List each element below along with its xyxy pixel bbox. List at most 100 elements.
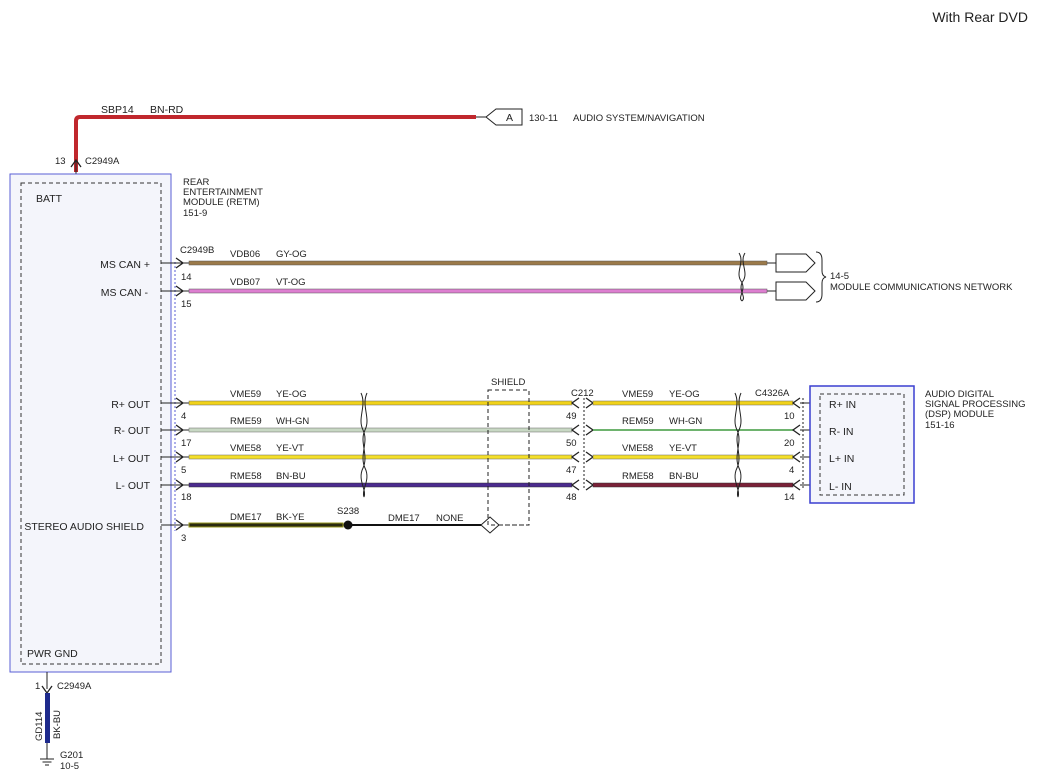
dsp-chevron-1-icon bbox=[791, 424, 801, 436]
ground-point: G201 bbox=[60, 750, 83, 761]
ground-pin: 1 bbox=[35, 681, 40, 692]
retm-pwr-gnd-label: PWR GND bbox=[27, 648, 78, 660]
ground-color: BK-BU bbox=[52, 710, 63, 739]
audio-twist-left-icon bbox=[360, 392, 368, 498]
dsp-in-label-0: R+ IN bbox=[829, 399, 856, 411]
stereo-shield-label: STEREO AUDIO SHIELD bbox=[24, 521, 144, 533]
power-wire bbox=[74, 115, 476, 172]
dsp-pin-2: 4 bbox=[789, 465, 794, 476]
can-pin-0: 14 bbox=[181, 272, 192, 283]
can-flag-0-icon bbox=[775, 253, 816, 273]
c212-chevron-1-icon bbox=[570, 424, 580, 436]
dsp-name-line3: (DSP) MODULE bbox=[925, 409, 994, 420]
wire-shield-left bbox=[188, 522, 344, 528]
dsp-chevron-3-icon bbox=[791, 479, 801, 491]
dsp-pin-0: 10 bbox=[784, 411, 795, 422]
dsp-in-label-1: R- IN bbox=[829, 426, 854, 438]
audio-color-0: YE-OG bbox=[276, 389, 307, 400]
wire-l-minus-right bbox=[592, 482, 794, 488]
shield-diamond-icon bbox=[480, 516, 500, 534]
c212-pin-1: 50 bbox=[566, 438, 577, 449]
c212-label: C212 bbox=[571, 388, 594, 399]
can-color-0: GY-OG bbox=[276, 249, 307, 260]
splice-s238-dot bbox=[343, 520, 353, 530]
shield-circuit: DME17 bbox=[230, 512, 262, 523]
dsp-pin-3: 14 bbox=[784, 492, 795, 503]
shield-circuit-2: DME17 bbox=[388, 513, 420, 524]
audio-pin-1: 17 bbox=[181, 438, 192, 449]
audio-r-color-3: BN-BU bbox=[669, 471, 699, 482]
audio-label-0: R+ OUT bbox=[111, 399, 150, 411]
retm-module: BATT PWR GND REAR ENTERTAINMENT MODULE (… bbox=[9, 173, 263, 673]
audio-circuit-1: RME59 bbox=[230, 416, 262, 427]
audio-label-3: L- OUT bbox=[116, 480, 151, 492]
can-section: MS CAN + MS CAN - VDB06 GY-OG VDB07 VT-O… bbox=[100, 249, 1013, 310]
c212-chevron-r3-icon bbox=[585, 479, 595, 491]
audio-color-3: BN-BU bbox=[276, 471, 306, 482]
wire-r-minus-left bbox=[188, 427, 573, 433]
c212-chevron-r2-icon bbox=[585, 451, 595, 463]
dsp-ref: 151-16 bbox=[925, 420, 955, 431]
can-bracket-icon bbox=[815, 251, 827, 303]
can-label-0: MS CAN + bbox=[100, 259, 150, 271]
can-wire-gy-og bbox=[188, 260, 768, 266]
audio-color-1: WH-GN bbox=[276, 416, 309, 427]
audio-r-circuit-1: REM59 bbox=[622, 416, 654, 427]
wire-l-plus-right bbox=[592, 454, 794, 460]
audio-r-color-0: YE-OG bbox=[669, 389, 700, 400]
wire-l-minus-left bbox=[188, 482, 573, 488]
can-label-1: MS CAN - bbox=[101, 287, 149, 299]
can-circuit-0: VDB06 bbox=[230, 249, 260, 260]
splice-s238-label: S238 bbox=[337, 506, 359, 517]
audio-r-color-1: WH-GN bbox=[669, 416, 702, 427]
wire-r-plus-left bbox=[188, 400, 573, 406]
shield-pin: 3 bbox=[181, 533, 186, 544]
wire-l-plus-left bbox=[188, 454, 573, 460]
retm-ref: 151-9 bbox=[183, 208, 207, 219]
c212-chevron-r0-icon bbox=[585, 397, 595, 409]
power-ref: 130-11 bbox=[529, 113, 558, 124]
wire-r-plus-right bbox=[592, 400, 794, 406]
ground-circuit: GD114 bbox=[34, 712, 45, 741]
dsp-outer-frame bbox=[809, 385, 915, 504]
wiring-diagram: With Rear DVD SBP14 BN-RD A 130-11 AUDIO… bbox=[9, 9, 1028, 772]
can-flag-1-icon bbox=[775, 281, 816, 301]
can-circuit-1: VDB07 bbox=[230, 277, 260, 288]
audio-label-2: L+ OUT bbox=[113, 453, 151, 465]
retm-connector-b: C2949B bbox=[180, 245, 214, 256]
can-color-1: VT-OG bbox=[276, 277, 306, 288]
audio-r-color-2: YE-VT bbox=[669, 443, 697, 454]
power-destination: AUDIO SYSTEM/NAVIGATION bbox=[573, 113, 705, 124]
power-circuit-label: SBP14 bbox=[101, 104, 134, 116]
ground-section: 1 C2949A GD114 BK-BU G201 10-5 bbox=[34, 672, 92, 772]
dsp-pin-1: 20 bbox=[784, 438, 795, 449]
shield-color-2: NONE bbox=[436, 513, 463, 524]
dsp-chevron-0-icon bbox=[791, 397, 801, 409]
ground-symbol-icon bbox=[40, 758, 54, 766]
c212-chevron-3-icon bbox=[570, 479, 580, 491]
power-connector: C2949A bbox=[85, 156, 120, 167]
c212-chevron-2-icon bbox=[570, 451, 580, 463]
audio-color-2: YE-VT bbox=[276, 443, 304, 454]
connector-a-letter: A bbox=[506, 112, 513, 124]
c212-chevron-r1-icon bbox=[585, 424, 595, 436]
audio-circuit-2: VME58 bbox=[230, 443, 261, 454]
audio-r-circuit-0: VME59 bbox=[622, 389, 653, 400]
c212-pin-0: 49 bbox=[566, 411, 577, 422]
audio-pin-2: 5 bbox=[181, 465, 186, 476]
ground-connector: C2949A bbox=[57, 681, 92, 692]
audio-label-1: R- OUT bbox=[114, 425, 151, 437]
audio-circuit-3: RME58 bbox=[230, 471, 262, 482]
dsp-in-label-2: L+ IN bbox=[829, 453, 854, 465]
audio-r-circuit-2: VME58 bbox=[622, 443, 653, 454]
power-feed: SBP14 BN-RD A 130-11 AUDIO SYSTEM/NAVIGA… bbox=[55, 104, 705, 176]
c212-pin-3: 48 bbox=[566, 492, 577, 503]
can-ref: 14-5 bbox=[830, 271, 849, 282]
ground-ref: 10-5 bbox=[60, 761, 79, 772]
connector-a-flag-icon bbox=[485, 108, 523, 126]
can-pin-1: 15 bbox=[181, 299, 192, 310]
can-destination: MODULE COMMUNICATIONS NETWORK bbox=[830, 282, 1013, 293]
power-pin: 13 bbox=[55, 156, 66, 167]
dsp-in-label-3: L- IN bbox=[829, 481, 852, 493]
retm-batt-label: BATT bbox=[36, 193, 63, 205]
